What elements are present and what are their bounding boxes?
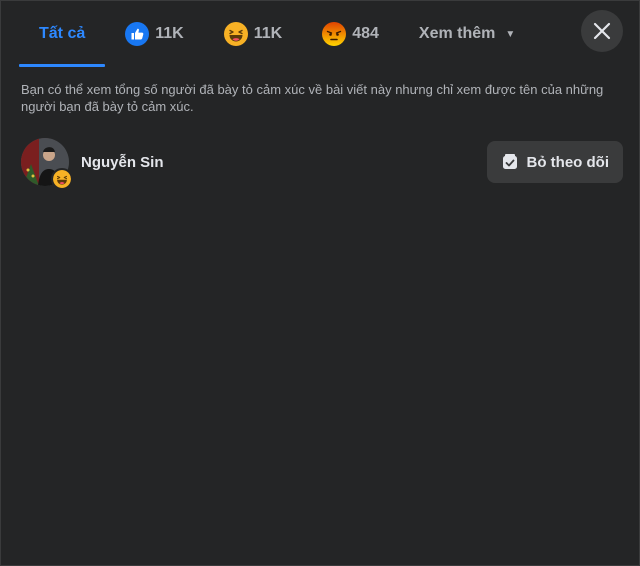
- tab-like-count: 11K: [155, 25, 184, 42]
- reactions-dialog: Tất cả 11K 11K 484 Xem thêm ▼ Bạn có thể…: [0, 0, 640, 566]
- like-reaction-icon: [125, 22, 150, 46]
- reaction-tabs: Tất cả 11K 11K 484 Xem thêm ▼: [19, 1, 535, 67]
- tab-all-label: Tất cả: [39, 25, 86, 42]
- tab-more-label: Xem thêm: [418, 25, 496, 42]
- privacy-note: Bạn có thể xem tổng số người đã bày tỏ c…: [21, 82, 604, 114]
- tab-haha-count: 11K: [253, 25, 283, 42]
- tab-angry-count: 484: [352, 25, 379, 42]
- unfollow-button[interactable]: Bỏ theo dõi: [486, 141, 623, 183]
- person-name[interactable]: Nguyễn Sin: [81, 154, 164, 171]
- tab-angry[interactable]: 484: [302, 1, 399, 67]
- chevron-down-icon: ▼: [505, 28, 516, 40]
- avatar-wrap[interactable]: [21, 138, 73, 190]
- list-item: Nguyễn Sin Bỏ theo dõi: [21, 137, 623, 190]
- tab-more[interactable]: Xem thêm ▼: [399, 1, 535, 67]
- tab-like[interactable]: 11K: [105, 1, 203, 67]
- close-button[interactable]: [581, 10, 623, 52]
- tab-all[interactable]: Tất cả: [19, 1, 106, 67]
- unfollow-label: Bỏ theo dõi: [526, 153, 610, 171]
- haha-reaction-icon: [223, 22, 248, 46]
- angry-reaction-icon: [322, 22, 347, 46]
- haha-reaction-icon: [51, 168, 73, 190]
- unfollow-icon: [502, 154, 517, 169]
- close-icon: [593, 22, 611, 40]
- tab-haha[interactable]: 11K: [204, 1, 302, 67]
